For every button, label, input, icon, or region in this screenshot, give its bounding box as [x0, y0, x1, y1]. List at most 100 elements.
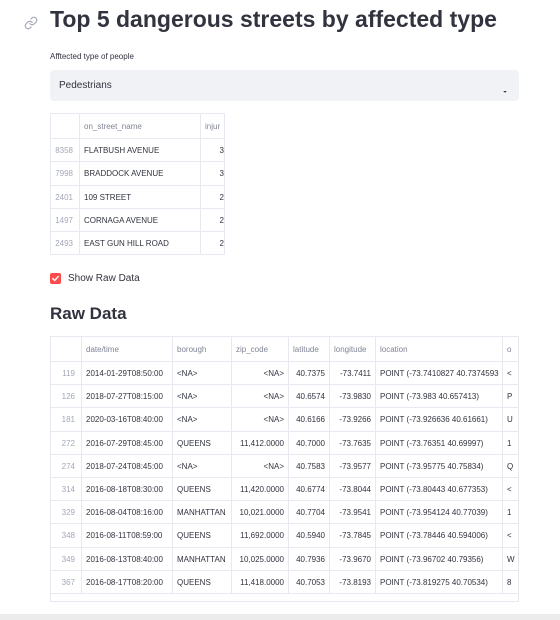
row-index[interactable]: 8358: [51, 139, 80, 163]
affected-type-select[interactable]: Pedestrians: [50, 70, 519, 101]
table-cell[interactable]: 40.7000: [289, 431, 330, 455]
table-cell[interactable]: POINT (-73.926636 40.61661): [376, 408, 503, 432]
table-cell[interactable]: 2: [201, 186, 224, 209]
table-cell[interactable]: QUEENS: [173, 431, 232, 455]
table-cell[interactable]: -73.9266: [330, 408, 376, 432]
table-cell[interactable]: MANHATTAN: [173, 547, 232, 571]
table-cell[interactable]: -73.9670: [330, 547, 376, 571]
row-index[interactable]: 329: [51, 501, 82, 525]
table-cell[interactable]: 11,692.0000: [232, 524, 289, 548]
column-header[interactable]: latitude: [289, 337, 330, 362]
show-raw-data-checkbox[interactable]: [50, 273, 61, 284]
table-cell[interactable]: <: [503, 478, 518, 501]
table-cell[interactable]: -73.7411: [330, 362, 376, 386]
show-raw-data-label[interactable]: Show Raw Data: [68, 273, 140, 284]
row-index[interactable]: 272: [51, 431, 82, 455]
horizontal-scrollbar[interactable]: [0, 614, 560, 620]
table-cell[interactable]: POINT (-73.78446 40.594006): [376, 524, 503, 548]
table-cell[interactable]: <NA>: [232, 408, 289, 432]
table-cell[interactable]: 40.5940: [289, 524, 330, 548]
table-cell[interactable]: POINT (-73.76351 40.69997): [376, 431, 503, 455]
table-cell[interactable]: <: [503, 524, 518, 547]
row-index[interactable]: 2401: [51, 185, 80, 209]
table-cell[interactable]: 2018-07-24T08:45:00: [82, 454, 173, 478]
column-header[interactable]: [51, 114, 80, 139]
row-index[interactable]: 367: [51, 570, 82, 594]
row-index[interactable]: 314: [51, 478, 82, 502]
table-cell[interactable]: EAST GUN HILL ROAD: [80, 232, 201, 254]
table-cell[interactable]: -73.7845: [330, 524, 376, 548]
table-cell[interactable]: 40.7704: [289, 501, 330, 525]
table-cell[interactable]: <NA>: [173, 454, 232, 478]
row-index[interactable]: 2493: [51, 232, 80, 254]
table-cell[interactable]: 2020-03-16T08:40:00: [82, 408, 173, 432]
table-cell[interactable]: 3: [201, 139, 224, 162]
column-header[interactable]: borough: [173, 337, 232, 362]
column-header[interactable]: o: [503, 337, 518, 362]
table-cell[interactable]: W: [503, 548, 518, 571]
row-index[interactable]: 119: [51, 362, 82, 386]
table-cell[interactable]: BRADDOCK AVENUE: [80, 162, 201, 186]
column-header[interactable]: zip_code: [232, 337, 289, 362]
table-cell[interactable]: 2016-08-04T08:16:00: [82, 501, 173, 525]
table-cell[interactable]: 10,021.0000: [232, 501, 289, 525]
table-cell[interactable]: FLATBUSH AVENUE: [80, 139, 201, 163]
table-cell[interactable]: 40.7936: [289, 547, 330, 571]
column-header[interactable]: longitude: [330, 337, 376, 362]
table-cell[interactable]: 40.6574: [289, 385, 330, 409]
raw-data-table[interactable]: date/time borough zip_code latitude longitud…: [50, 336, 519, 602]
column-header[interactable]: injur: [201, 114, 224, 139]
table-cell[interactable]: 40.7375: [289, 362, 330, 386]
row-index[interactable]: 7998: [51, 162, 80, 186]
table-cell[interactable]: Q: [503, 455, 518, 478]
table-cell[interactable]: 2016-08-13T08:40:00: [82, 547, 173, 571]
table-cell[interactable]: <NA>: [232, 454, 289, 478]
table-cell[interactable]: -73.8044: [330, 478, 376, 502]
table-cell[interactable]: 1: [503, 501, 518, 524]
table-cell[interactable]: POINT (-73.954124 40.77039): [376, 501, 503, 525]
table-cell[interactable]: 2018-07-27T08:15:00: [82, 385, 173, 409]
table-cell[interactable]: 2016-08-18T08:30:00: [82, 478, 173, 502]
table-cell[interactable]: 40.6774: [289, 478, 330, 502]
table-cell[interactable]: 8: [503, 571, 518, 594]
table-cell[interactable]: 109 STREET: [80, 185, 201, 209]
table-cell[interactable]: 2016-07-29T08:45:00: [82, 431, 173, 455]
table-cell[interactable]: <NA>: [232, 362, 289, 386]
table-cell[interactable]: 11,412.0000: [232, 431, 289, 455]
table-cell[interactable]: 2: [201, 232, 224, 254]
table-cell[interactable]: 40.6166: [289, 408, 330, 432]
table-cell[interactable]: CORNAGA AVENUE: [80, 208, 201, 233]
top-streets-table[interactable]: on_street_name injur 8358 FLATBUSH AVENUE 3 7…: [50, 113, 225, 255]
table-cell[interactable]: 2014-01-29T08:50:00: [82, 362, 173, 386]
table-cell[interactable]: POINT (-73.95775 40.75834): [376, 454, 503, 478]
row-index[interactable]: 348: [51, 524, 82, 548]
table-cell[interactable]: 10,025.0000: [232, 547, 289, 571]
table-cell[interactable]: <NA>: [173, 362, 232, 386]
table-cell[interactable]: 2: [201, 209, 224, 232]
table-cell[interactable]: MANHATTAN: [173, 501, 232, 525]
table-cell[interactable]: -73.8193: [330, 570, 376, 594]
column-header[interactable]: [51, 337, 82, 362]
table-cell[interactable]: <NA>: [173, 408, 232, 432]
row-index[interactable]: 274: [51, 454, 82, 478]
table-cell[interactable]: QUEENS: [173, 524, 232, 548]
table-cell[interactable]: 11,418.0000: [232, 570, 289, 594]
table-cell[interactable]: 2016-08-11T08:59:00: [82, 524, 173, 548]
table-cell[interactable]: POINT (-73.80443 40.677353): [376, 478, 503, 502]
table-cell[interactable]: U: [503, 408, 518, 431]
table-cell[interactable]: POINT (-73.7410827 40.7374593: [376, 362, 503, 386]
table-cell[interactable]: -73.7635: [330, 431, 376, 455]
row-index[interactable]: 1497: [51, 208, 80, 233]
table-cell[interactable]: 3: [201, 162, 224, 185]
link-icon[interactable]: [24, 16, 38, 30]
table-cell[interactable]: QUEENS: [173, 570, 232, 594]
column-header[interactable]: on_street_name: [80, 114, 201, 139]
table-cell[interactable]: 11,420.0000: [232, 478, 289, 502]
table-cell[interactable]: 40.7053: [289, 570, 330, 594]
table-cell[interactable]: QUEENS: [173, 478, 232, 502]
table-cell[interactable]: POINT (-73.983 40.657413): [376, 385, 503, 409]
column-header[interactable]: date/time: [82, 337, 173, 362]
table-cell[interactable]: -73.9577: [330, 454, 376, 478]
row-index[interactable]: 181: [51, 408, 82, 432]
table-cell[interactable]: <NA>: [232, 385, 289, 409]
